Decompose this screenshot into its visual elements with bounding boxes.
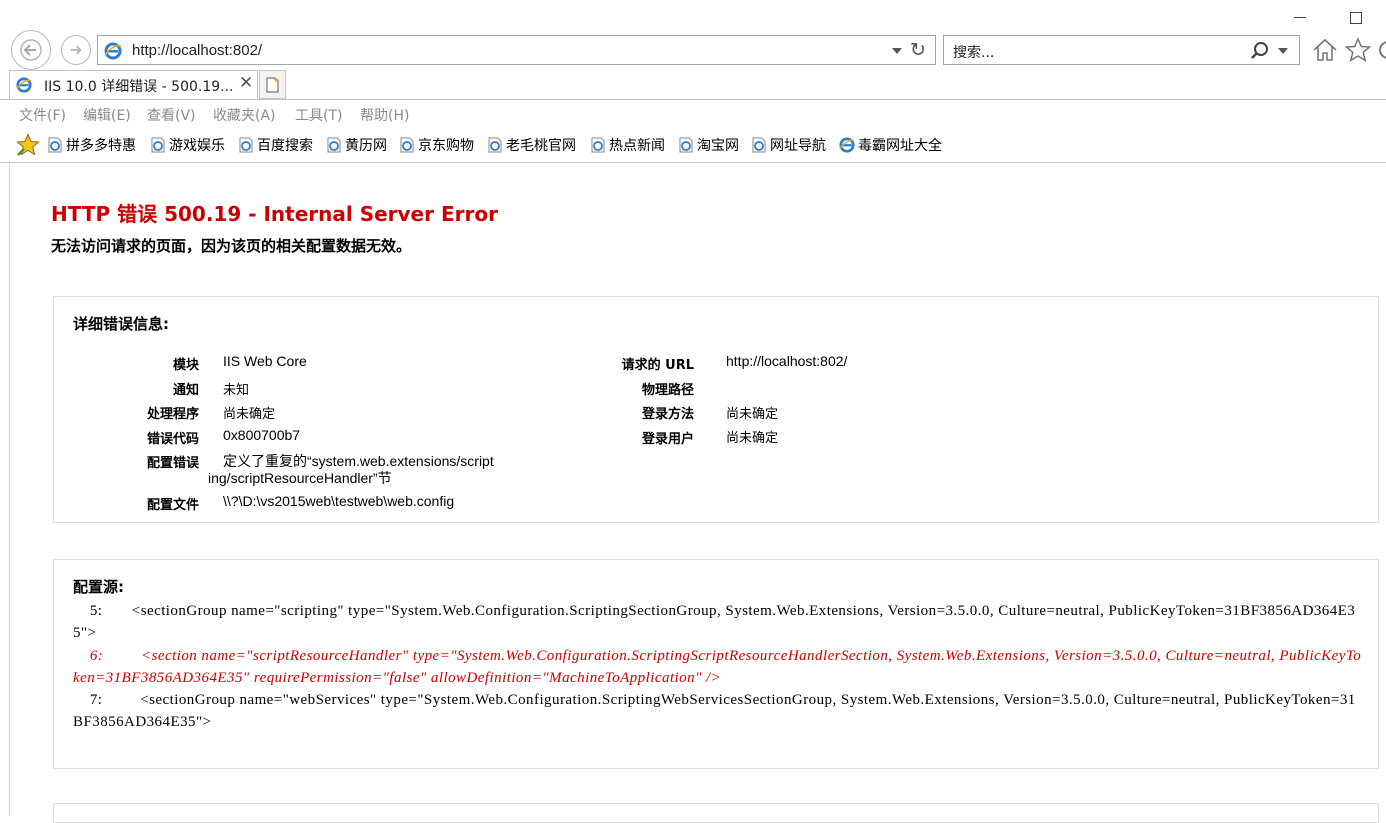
fav-label: 拼多多特惠 <box>66 138 136 154</box>
fav-label: 热点新闻 <box>609 138 665 154</box>
forward-icon <box>70 45 82 55</box>
ie-icon <box>839 137 855 153</box>
fav-label: 百度搜索 <box>257 138 313 154</box>
ie-icon <box>16 77 32 93</box>
page-icon <box>752 137 766 153</box>
forward-button[interactable] <box>61 35 91 65</box>
search-input[interactable]: 搜索... <box>943 35 1300 65</box>
fav-item[interactable]: 网址导航 <box>751 135 826 155</box>
menu-help[interactable]: 帮助(H) <box>360 105 409 125</box>
maximize-icon[interactable] <box>1350 12 1362 24</box>
fav-item[interactable]: 毒霸网址大全 <box>839 135 942 155</box>
fav-item[interactable]: 黄历网 <box>326 135 387 155</box>
fav-item[interactable]: 拼多多特惠 <box>47 135 136 155</box>
detail-label: 物理路径 <box>641 383 694 398</box>
code-line-error: 6: <section name="scriptResourceHandler"… <box>73 647 1362 686</box>
fav-item[interactable]: 热点新闻 <box>590 135 665 155</box>
fav-item[interactable]: 淘宝网 <box>678 135 739 155</box>
page-icon <box>591 137 605 153</box>
page-icon <box>679 137 693 153</box>
home-icon[interactable] <box>1311 37 1339 63</box>
detail-value: 尚未确定 <box>726 407 779 422</box>
fav-item[interactable]: 百度搜索 <box>238 135 313 155</box>
detail-value: 尚未确定 <box>726 431 779 446</box>
gear-icon[interactable] <box>1378 38 1386 62</box>
page-subtitle: 无法访问请求的页面，因为该页的相关配置数据无效。 <box>51 237 412 255</box>
page-icon <box>48 137 62 153</box>
code-line: 5: <sectionGroup name="scripting" type="… <box>73 603 1356 642</box>
detail-label: 登录方法 <box>641 407 694 422</box>
fav-label: 淘宝网 <box>697 138 739 154</box>
page-icon <box>239 137 253 153</box>
search-dropdown-icon[interactable] <box>1278 48 1288 54</box>
back-icon <box>20 39 42 61</box>
detail-label: 请求的 URL <box>621 358 694 373</box>
menu-edit[interactable]: 编辑(E) <box>83 105 131 125</box>
menu-bar: 文件(F) 编辑(E) 查看(V) 收藏夹(A) 工具(T) 帮助(H) <box>0 99 1386 127</box>
page-icon <box>488 137 502 153</box>
detail-value: IIS Web Core <box>223 353 307 369</box>
fav-label: 毒霸网址大全 <box>858 138 942 154</box>
detail-label: 配置错误 <box>146 456 199 471</box>
fav-label: 游戏娱乐 <box>169 138 225 154</box>
menu-file[interactable]: 文件(F) <box>19 105 66 125</box>
config-source-heading: 配置源: <box>73 578 124 596</box>
menu-favorites[interactable]: 收藏夹(A) <box>213 105 276 125</box>
next-section-box <box>53 803 1379 823</box>
tab-active[interactable]: IIS 10.0 详细错误 - 500.19... ✕ <box>9 70 258 99</box>
close-icon[interactable]: ✕ <box>239 73 253 93</box>
back-button[interactable] <box>11 30 51 70</box>
detail-label: 通知 <box>172 383 199 398</box>
favorites-bar-star-icon[interactable] <box>16 133 40 157</box>
page-title: HTTP 错误 500.19 - Internal Server Error <box>51 202 498 226</box>
new-tab-icon <box>265 76 279 93</box>
detail-error-box: 详细错误信息: 模块 IIS Web Core 通知 未知 处理程序 尚未确定 … <box>53 296 1379 523</box>
ie-icon <box>104 42 122 60</box>
menu-tools[interactable]: 工具(T) <box>295 105 342 125</box>
address-bar[interactable]: http://localhost:802/ ↻ <box>97 35 936 65</box>
code-line: 7: <sectionGroup name="webServices" type… <box>73 692 1356 731</box>
menu-view[interactable]: 查看(V) <box>147 105 196 125</box>
detail-heading: 详细错误信息: <box>73 315 169 333</box>
detail-value: ing/scriptResourceHandler”节 <box>208 470 392 486</box>
page-icon <box>400 137 414 153</box>
new-tab-button[interactable] <box>259 70 286 99</box>
fav-label: 网址导航 <box>770 138 826 154</box>
config-source-code: 5: <sectionGroup name="scripting" type="… <box>73 600 1363 734</box>
refresh-icon[interactable]: ↻ <box>910 39 926 61</box>
detail-value: 尚未确定 <box>223 407 276 422</box>
detail-value: 0x800700b7 <box>223 427 301 443</box>
browser-chrome: http://localhost:802/ ↻ 搜索... IIS 10.0 详… <box>0 0 1386 163</box>
fav-item[interactable]: 老毛桃官网 <box>487 135 576 155</box>
detail-value: 未知 <box>223 383 250 398</box>
address-text[interactable]: http://localhost:802/ <box>132 42 262 59</box>
fav-label: 老毛桃官网 <box>506 138 576 154</box>
favorites-star-icon[interactable] <box>1345 37 1371 63</box>
tab-title: IIS 10.0 详细错误 - 500.19... <box>44 79 234 95</box>
detail-value: http://localhost:802/ <box>726 353 848 369</box>
address-dropdown-icon[interactable] <box>892 48 902 54</box>
detail-label: 模块 <box>172 358 199 373</box>
detail-label: 处理程序 <box>146 407 199 422</box>
fav-item[interactable]: 京东购物 <box>399 135 474 155</box>
fav-label: 黄历网 <box>345 138 387 154</box>
fav-label: 京东购物 <box>418 138 474 154</box>
page-icon <box>151 137 165 153</box>
detail-value: \\?\D:\vs2015web\testweb\web.config <box>223 493 455 509</box>
detail-label: 登录用户 <box>641 432 694 447</box>
minimize-icon[interactable] <box>1294 17 1306 18</box>
page-content: HTTP 错误 500.19 - Internal Server Error 无… <box>9 163 1386 823</box>
search-placeholder: 搜索... <box>953 45 995 61</box>
search-icon[interactable] <box>1250 41 1270 61</box>
favorites-bar: 拼多多特惠 游戏娱乐 百度搜索 黄历网 京东购物 老毛桃官网 热点新闻 淘宝网 … <box>0 130 1386 160</box>
config-source-box: 配置源: 5: <sectionGroup name="scripting" t… <box>53 559 1379 769</box>
page-icon <box>327 137 341 153</box>
detail-label: 配置文件 <box>146 498 199 513</box>
fav-item[interactable]: 游戏娱乐 <box>150 135 225 155</box>
detail-label: 错误代码 <box>146 432 199 447</box>
